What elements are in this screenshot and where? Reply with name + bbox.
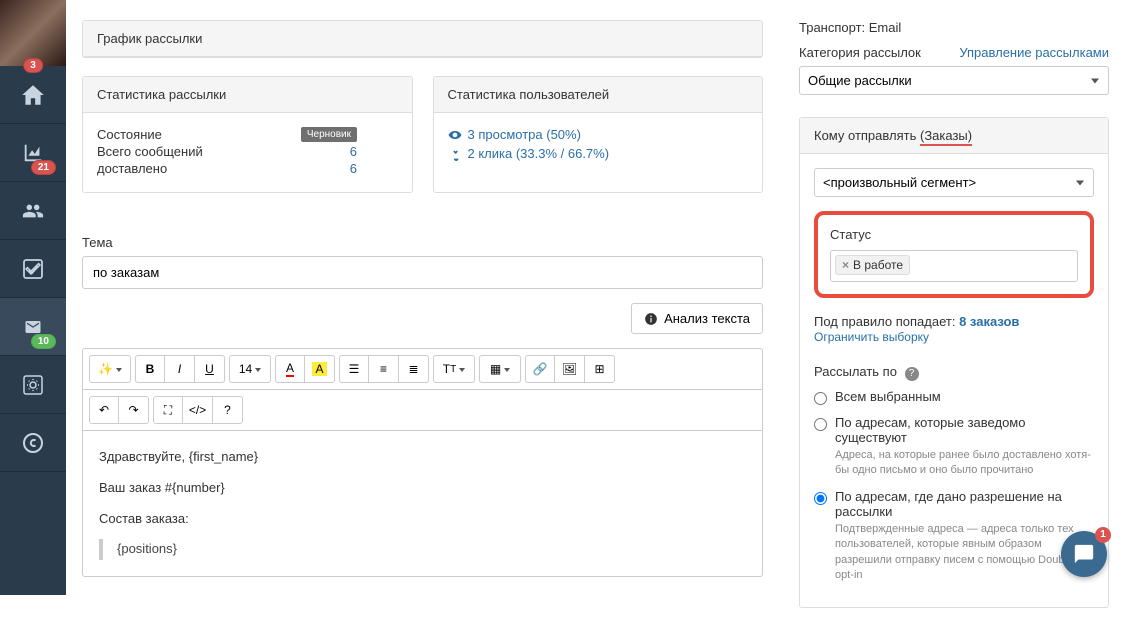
views-text: 3 просмотра (50%) — [468, 127, 581, 142]
stat-total-value[interactable]: 6 — [350, 144, 357, 159]
sidebar: 3 21 10 — [0, 0, 66, 595]
recipients-panel: Кому отправлять (Заказы) <произвольный с… — [799, 117, 1109, 608]
manage-mailings-link[interactable]: Управление рассылками — [959, 45, 1109, 60]
editor-toolbar-2: ↶ ↷ ⛶ </> ? — [83, 390, 762, 431]
editor-quote: {positions} — [99, 539, 746, 560]
tb-color[interactable]: A — [275, 355, 305, 383]
rule-count-link[interactable]: 8 заказов — [959, 314, 1019, 329]
settings-box-icon — [21, 373, 45, 397]
status-chip: × В работе — [835, 255, 910, 275]
stats-panel-title: Статистика рассылки — [83, 77, 412, 113]
tb-italic[interactable]: I — [165, 355, 195, 383]
transport-value: Email — [869, 20, 902, 35]
tb-redo[interactable]: ↷ — [119, 396, 149, 424]
analyze-button[interactable]: Анализ текста — [631, 303, 763, 334]
tb-align[interactable]: ≣ — [399, 355, 429, 383]
nav-reports[interactable]: 21 — [0, 124, 66, 182]
userstats-panel-title: Статистика пользователей — [434, 77, 763, 113]
status-label: Статус — [830, 227, 1078, 242]
mail-icon — [21, 318, 45, 336]
nav-mail[interactable]: 10 — [0, 298, 66, 356]
chat-fab[interactable]: 1 — [1061, 531, 1107, 577]
transport-row: Транспорт: Email — [799, 20, 1109, 35]
status-filter-highlight: Статус × В работе — [814, 211, 1094, 298]
tb-heading[interactable]: TT — [433, 355, 475, 383]
editor-body[interactable]: Здравствуйте, {first_name} Ваш заказ #{n… — [83, 431, 762, 576]
tb-table[interactable]: ▦ — [479, 355, 521, 383]
chart-panel: График рассылки — [82, 20, 763, 58]
chat-fab-badge: 1 — [1095, 527, 1111, 543]
chart-panel-title: График рассылки — [83, 21, 762, 57]
avatar[interactable] — [0, 0, 66, 66]
stats-panel: Статистика рассылки Состояние Черновик В… — [82, 76, 413, 193]
editor-toolbar: ✨ B I U 14 A A ☰ ≡ ≣ TT ▦ — [83, 349, 762, 390]
clicks-text: 2 клика (33.3% / 66.7%) — [468, 146, 610, 161]
category-select[interactable]: Общие рассылки — [799, 66, 1109, 95]
tb-image[interactable]: 🖼 — [555, 355, 585, 383]
info-icon — [644, 312, 658, 326]
clicks-stat[interactable]: 2 клика (33.3% / 66.7%) — [448, 146, 749, 161]
tb-fontsize[interactable]: 14 — [229, 355, 271, 383]
topic-label: Тема — [82, 235, 763, 250]
editor-line: Состав заказа: — [99, 509, 746, 530]
tb-link[interactable]: 🔗 — [525, 355, 555, 383]
stat-total-label: Всего сообщений — [97, 144, 203, 159]
c-circle-icon — [21, 431, 45, 455]
tb-ul[interactable]: ☰ — [339, 355, 369, 383]
eye-icon — [448, 128, 462, 142]
click-icon — [448, 147, 462, 161]
tb-undo[interactable]: ↶ — [89, 396, 119, 424]
rule-prefix: Под правило попадает: — [814, 314, 955, 329]
home-icon — [20, 82, 46, 108]
stat-state-label: Состояние — [97, 127, 162, 142]
transport-label: Транспорт: — [799, 20, 865, 35]
nav-settings[interactable] — [0, 356, 66, 414]
tb-code[interactable]: </> — [183, 396, 213, 424]
stat-delivered-value[interactable]: 6 — [350, 161, 357, 176]
tb-bold[interactable]: B — [135, 355, 165, 383]
tb-magic[interactable]: ✨ — [89, 355, 131, 383]
editor-line: Здравствуйте, {first_name} — [99, 447, 746, 468]
send-by-label: Рассылать по — [814, 364, 897, 379]
users-icon — [20, 200, 46, 222]
views-stat[interactable]: 3 просмотра (50%) — [448, 127, 749, 142]
stat-delivered-label: доставлено — [97, 161, 167, 176]
chat-icon — [1073, 543, 1095, 565]
userstats-panel: Статистика пользователей 3 просмотра (50… — [433, 76, 764, 193]
recipients-panel-title: Кому отправлять (Заказы) — [800, 118, 1108, 154]
tb-ol[interactable]: ≡ — [369, 355, 399, 383]
reports-badge: 21 — [31, 160, 56, 175]
recipients-suffix: (Заказы) — [920, 128, 972, 146]
tb-highlight[interactable]: A — [305, 355, 335, 383]
tb-underline[interactable]: U — [195, 355, 225, 383]
mail-badge: 10 — [31, 334, 56, 349]
topic-input[interactable] — [82, 256, 763, 289]
tb-help[interactable]: ? — [213, 396, 243, 424]
checkbox-icon — [21, 257, 45, 281]
stat-state-value: Черновик — [301, 127, 357, 142]
remove-chip-icon[interactable]: × — [842, 258, 849, 272]
help-icon[interactable]: ? — [905, 367, 919, 381]
radio-existing[interactable]: По адресам, которые заведомо существуют … — [814, 415, 1094, 479]
segment-select[interactable]: <произвольный сегмент> — [814, 168, 1094, 197]
radio-all[interactable]: Всем выбранным — [814, 389, 1094, 405]
editor-line: Ваш заказ #{number} — [99, 478, 746, 499]
nav-tasks[interactable] — [0, 240, 66, 298]
status-tag-input[interactable]: × В работе — [830, 250, 1078, 282]
tb-fullscreen[interactable]: ⛶ — [153, 396, 183, 424]
nav-copyright[interactable] — [0, 414, 66, 472]
tb-grid[interactable]: ⊞ — [585, 355, 615, 383]
nav-users[interactable] — [0, 182, 66, 240]
category-label: Категория рассылок — [799, 45, 921, 60]
limit-selection-link[interactable]: Ограничить выборку — [814, 330, 929, 344]
analyze-label: Анализ текста — [664, 311, 750, 326]
editor: ✨ B I U 14 A A ☰ ≡ ≣ TT ▦ — [82, 348, 763, 577]
nav-home[interactable] — [0, 66, 66, 124]
radio-permitted[interactable]: По адресам, где дано разрешение на рассы… — [814, 489, 1094, 584]
